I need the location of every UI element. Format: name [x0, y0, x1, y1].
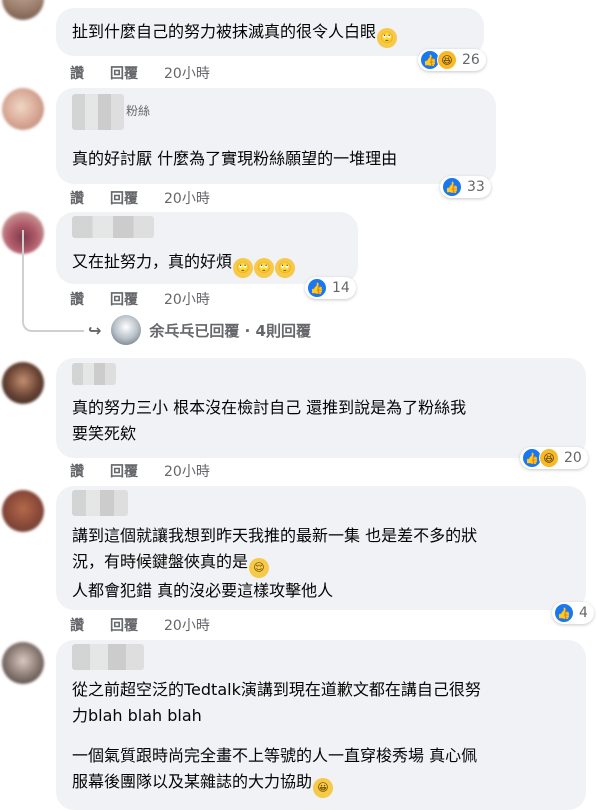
reply-button[interactable]: 回覆 — [110, 615, 138, 635]
comment-text: 真的好討厭 什麼為了實現粉絲願望的一堆理由 — [72, 146, 397, 172]
commenter-name[interactable] — [72, 644, 144, 670]
comment-timestamp[interactable]: 20小時 — [164, 63, 210, 83]
like-button[interactable]: 讚 — [70, 615, 84, 635]
like-reaction-icon: 👍 — [554, 603, 574, 623]
view-replies-link[interactable]: ↪ 余乓乓已回覆 · 4則回覆 — [88, 314, 311, 346]
reaction-count: 33 — [467, 179, 485, 195]
reaction-count: 26 — [462, 52, 480, 68]
reaction-summary[interactable]: 👍 4 — [552, 602, 594, 624]
eye-roll-emoji: 🙄 — [254, 258, 275, 278]
comment-text-line: 又在扯努力，真的好煩 — [72, 252, 233, 271]
reaction-summary[interactable]: 👍 33 — [440, 176, 491, 198]
commenter-name[interactable] — [72, 490, 128, 516]
comment-text-line: 講到這個就讓我想到昨天我推的最新一集 也是差不多的狀 — [72, 526, 478, 545]
comment-text-line: 力blah blah blah — [72, 706, 202, 725]
comment-text-line: 服幕後團隊以及某雜誌的大力協助 — [72, 772, 313, 791]
commenter-avatar[interactable] — [2, 0, 44, 20]
comment-text-line: 扯到什麼自己的努力被抹滅真的很令人白眼 — [72, 22, 377, 41]
like-button[interactable]: 讚 — [70, 63, 84, 83]
eye-roll-emoji: 🙄 — [377, 28, 398, 48]
reaction-count: 4 — [579, 605, 588, 621]
replier-avatar — [111, 315, 142, 345]
comment-text: 又在扯努力，真的好煩 🙄 🙄 🙄 — [72, 249, 296, 278]
comment-text: 真的努力三小 根本沒在檢討自己 還推到說是為了粉絲我 要笑死欸 — [72, 395, 466, 447]
relieved-face-emoji: 😌 — [249, 558, 270, 578]
comment-text: 從之前超空泛的Tedtalk演講到現在道歉文都在講自己很努 力blah blah… — [72, 677, 481, 798]
comment-text-line: 要笑死欸 — [72, 424, 137, 443]
comment-timestamp[interactable]: 20小時 — [164, 461, 210, 481]
reply-arrow-icon: ↪ — [88, 320, 102, 340]
reaction-count: 20 — [564, 450, 582, 466]
reply-thread-line — [22, 230, 84, 332]
comment-text-line: 況，有時候鍵盤俠真的是 — [72, 552, 249, 571]
like-reaction-icon: 👍 — [307, 278, 327, 298]
commenter-name[interactable] — [72, 363, 116, 385]
reaction-count: 14 — [332, 280, 350, 296]
comment-text-line: 從之前超空泛的Tedtalk演講到現在道歉文都在講自己很努 — [72, 680, 481, 699]
comment-timestamp[interactable]: 20小時 — [164, 615, 210, 635]
like-reaction-icon: 👍 — [442, 177, 462, 197]
like-button[interactable]: 讚 — [70, 461, 84, 481]
follower-badge: 粉絲 — [126, 104, 151, 118]
comment-text-line: 一個氣質跟時尚完全畫不上等號的人一直穿梭秀場 真心佩 — [72, 746, 478, 765]
comment-timestamp[interactable]: 20小時 — [164, 289, 210, 309]
commenter-avatar[interactable] — [2, 88, 44, 130]
comment-text-line: 真的好討厭 什麼為了實現粉絲願望的一堆理由 — [72, 149, 398, 168]
commenter-name[interactable] — [72, 94, 124, 130]
reply-button[interactable]: 回覆 — [110, 289, 138, 309]
eye-roll-emoji: 🙄 — [275, 258, 296, 278]
commenter-avatar[interactable] — [2, 362, 44, 404]
haha-reaction-icon: 😆 — [539, 448, 559, 468]
like-button[interactable]: 讚 — [70, 188, 84, 208]
reaction-summary[interactable]: 👍 14 — [305, 277, 356, 299]
reaction-summary[interactable]: 👍 😆 26 — [418, 49, 486, 71]
grinning-face-emoji: 😀 — [313, 778, 334, 798]
commenter-name[interactable] — [72, 216, 154, 238]
replies-summary[interactable]: 余乓乓已回覆 · 4則回覆 — [149, 320, 311, 341]
reply-button[interactable]: 回覆 — [110, 188, 138, 208]
comment-timestamp[interactable]: 20小時 — [164, 188, 210, 208]
reply-button[interactable]: 回覆 — [110, 461, 138, 481]
eye-roll-emoji: 🙄 — [233, 258, 254, 278]
comment-text-line: 真的努力三小 根本沒在檢討自己 還推到說是為了粉絲我 — [72, 398, 467, 417]
haha-reaction-icon: 😆 — [437, 50, 457, 70]
reaction-summary[interactable]: 👍 😆 20 — [520, 447, 588, 469]
commenter-avatar[interactable] — [2, 642, 44, 684]
comment-text: 扯到什麼自己的努力被抹滅真的很令人白眼 🙄 — [72, 19, 398, 48]
comment-text-line: 人都會犯錯 真的沒必要這樣攻擊他人 — [72, 581, 334, 600]
comment-text: 講到這個就讓我想到昨天我推的最新一集 也是差不多的狀 況，有時候鍵盤俠真的是 😌 … — [72, 523, 477, 604]
commenter-avatar[interactable] — [2, 490, 44, 532]
reply-button[interactable]: 回覆 — [110, 63, 138, 83]
